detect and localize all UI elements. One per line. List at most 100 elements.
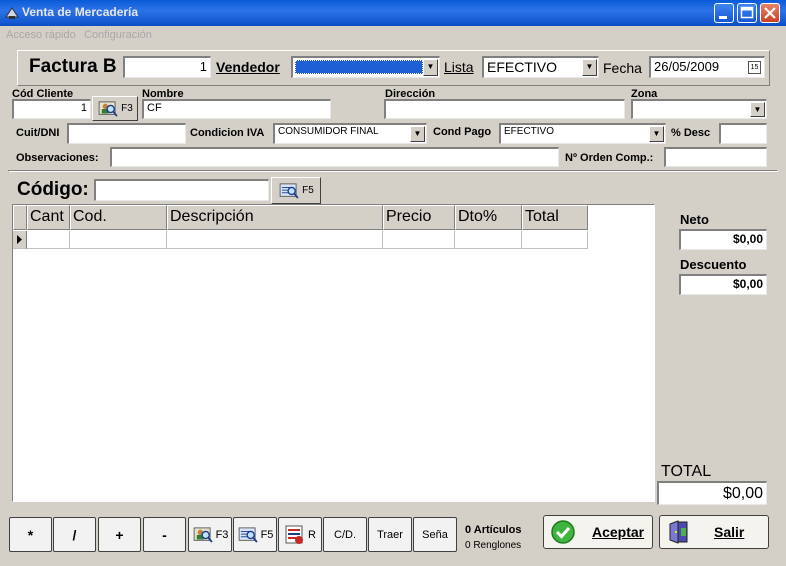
lista-select[interactable]: EFECTIVO ▼: [482, 56, 599, 78]
minus-button[interactable]: -: [143, 517, 186, 552]
cell-cod[interactable]: [70, 231, 167, 249]
f3-label: F3: [121, 103, 133, 114]
orden-compra-field[interactable]: [664, 147, 767, 167]
cell-descripcion[interactable]: [167, 231, 383, 249]
cd-button[interactable]: C/D.: [323, 517, 367, 552]
col-header-total[interactable]: Total: [522, 205, 588, 230]
condicion-iva-select[interactable]: CONSUMIDOR FINAL ▼: [273, 123, 427, 144]
articulos-count: 0 Artículos: [465, 524, 522, 536]
fecha-value: 26/05/2009: [654, 59, 720, 74]
search-client-button[interactable]: F3: [92, 96, 138, 121]
minimize-icon: [719, 16, 727, 19]
codigo-label: Código:: [17, 179, 89, 200]
chevron-down-icon: ▼: [410, 126, 425, 142]
app-icon: [5, 7, 19, 19]
vendedor-label: Vendedor: [216, 59, 280, 75]
condicion-iva-value: CONSUMIDOR FINAL: [278, 126, 379, 137]
f5-label: F5: [302, 185, 314, 196]
f3-button[interactable]: F3: [188, 517, 232, 552]
invoice-number-field[interactable]: 1: [123, 56, 211, 78]
desc-field[interactable]: [719, 123, 767, 144]
zona-select[interactable]: ▼: [631, 99, 767, 119]
search-person-icon: [98, 100, 118, 117]
lista-value: EFECTIVO: [487, 59, 558, 75]
cuit-label: Cuit/DNI: [16, 127, 60, 139]
f3-label: F3: [215, 528, 229, 541]
orden-compra-label: Nº Orden Comp.:: [565, 152, 654, 164]
salir-button[interactable]: Salir: [659, 515, 769, 549]
divide-button[interactable]: /: [53, 517, 96, 552]
observaciones-label: Observaciones:: [16, 152, 99, 164]
menu-bar: Acceso rápido Configuración: [0, 26, 786, 44]
chevron-down-icon: ▼: [423, 59, 438, 76]
search-list-icon: [238, 526, 258, 543]
check-icon: [551, 520, 575, 544]
sena-button[interactable]: Seña: [413, 517, 457, 552]
items-grid[interactable]: Cant Cod. Descripción Precio Dto% Total: [12, 204, 655, 502]
desc-label: % Desc: [671, 127, 711, 139]
col-header-cant[interactable]: Cant: [27, 205, 70, 230]
codigo-field[interactable]: [94, 179, 269, 201]
aceptar-button[interactable]: Aceptar: [543, 515, 653, 549]
menu-item-configuracion[interactable]: Configuración: [84, 29, 152, 41]
separator: [8, 170, 778, 172]
minimize-button[interactable]: [714, 3, 734, 23]
list-red-icon: [285, 525, 304, 544]
cell-dto[interactable]: [455, 231, 522, 249]
menu-item-acceso-rapido[interactable]: Acceso rápido: [6, 29, 76, 41]
aceptar-label: Aceptar: [592, 524, 645, 540]
cod-cliente-field[interactable]: 1: [12, 99, 91, 119]
search-list-icon: [279, 182, 299, 199]
neto-field: $0,00: [679, 229, 767, 250]
col-header-descripcion[interactable]: Descripción: [167, 205, 383, 230]
cond-pago-label: Cond Pago: [433, 126, 492, 138]
close-icon: [764, 7, 776, 19]
invoice-type-label: Factura B: [29, 56, 117, 77]
vendedor-selection: [295, 60, 423, 74]
total-label: TOTAL: [661, 463, 712, 480]
col-header-precio[interactable]: Precio: [383, 205, 455, 230]
lista-label: Lista: [444, 59, 474, 75]
window-title: Venta de Mercadería: [22, 5, 139, 19]
f5-label: F5: [260, 528, 274, 541]
cuit-field[interactable]: [67, 123, 186, 144]
cond-pago-select[interactable]: EFECTIVO ▼: [499, 123, 666, 144]
search-product-button[interactable]: F5: [271, 177, 321, 204]
descuento-label: Descuento: [680, 257, 747, 272]
cond-pago-value: EFECTIVO: [504, 126, 555, 137]
close-button[interactable]: [760, 3, 780, 23]
chevron-down-icon: ▼: [582, 59, 597, 76]
col-header-cod[interactable]: Cod.: [70, 205, 167, 230]
exit-door-icon: [669, 520, 688, 544]
f5-button[interactable]: F5: [233, 517, 277, 552]
cell-precio[interactable]: [383, 231, 455, 249]
renglones-count: 0 Renglones: [465, 540, 522, 551]
row-header-corner: [13, 205, 27, 230]
plus-button[interactable]: +: [98, 517, 141, 552]
descuento-field: $0,00: [679, 274, 767, 295]
total-field: $0,00: [657, 481, 767, 505]
fecha-picker[interactable]: 26/05/2009 15: [649, 56, 765, 78]
condicion-iva-label: Condicion IVA: [190, 127, 265, 139]
cell-total[interactable]: [522, 231, 588, 249]
col-header-dto[interactable]: Dto%: [455, 205, 522, 230]
fecha-label: Fecha: [603, 60, 642, 76]
neto-label: Neto: [680, 212, 709, 227]
maximize-button[interactable]: [737, 3, 757, 23]
current-row-arrow-icon: [17, 235, 22, 244]
cell-cant[interactable]: [27, 231, 70, 249]
r-button[interactable]: R: [278, 517, 322, 552]
title-bar[interactable]: Venta de Mercadería: [0, 0, 786, 26]
nombre-field[interactable]: CF: [142, 99, 331, 119]
observaciones-field[interactable]: [110, 147, 559, 167]
traer-button[interactable]: Traer: [368, 517, 412, 552]
row-indicator[interactable]: [13, 231, 27, 249]
direccion-field[interactable]: [384, 99, 625, 119]
maximize-icon: [740, 6, 754, 19]
multiply-button[interactable]: *: [9, 517, 52, 552]
calendar-icon[interactable]: 15: [748, 61, 761, 74]
r-label: R: [308, 528, 316, 541]
chevron-down-icon: ▼: [649, 126, 664, 142]
salir-label: Salir: [714, 524, 745, 540]
vendedor-select[interactable]: ▼: [291, 56, 440, 78]
